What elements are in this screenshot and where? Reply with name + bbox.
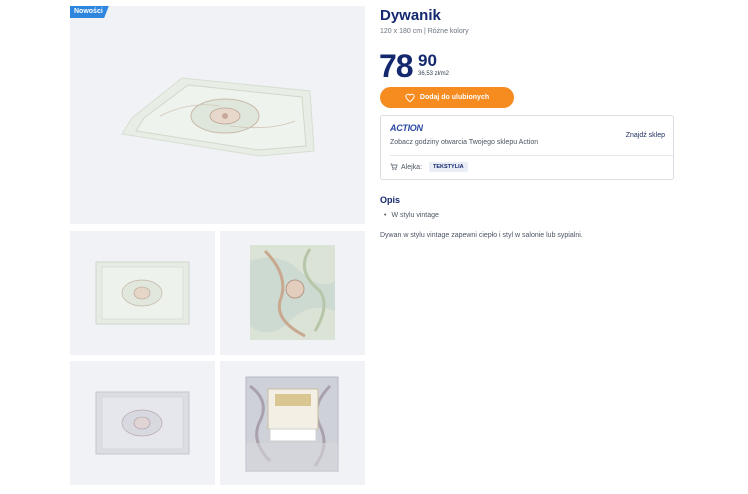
- product-subtitle: 120 x 180 cm | Różne kolory: [380, 28, 469, 35]
- product-title: Dywanik: [380, 7, 441, 24]
- rug-image-angled: [121, 77, 315, 157]
- new-badge: Nowości: [70, 6, 109, 18]
- unit-price: 36,53 zł/m2: [418, 71, 450, 77]
- description-text: Dywan w stylu vintage zapewni ciepło i s…: [380, 232, 583, 239]
- add-to-favorites-label: Dodaj do ulubionych: [419, 94, 490, 101]
- add-to-favorites-button[interactable]: Dodaj do ulubionych: [380, 87, 514, 108]
- rug-packaged-image: [245, 376, 339, 472]
- bullet-text: W stylu vintage: [391, 212, 439, 219]
- store-availability-panel: ACTION Zobacz godziny otwarcia Twojego s…: [380, 115, 674, 180]
- aisle-tag: TEKSTYLIA: [429, 162, 468, 172]
- thumbnail-4[interactable]: [220, 361, 365, 485]
- rug-image-top: [95, 261, 190, 325]
- divider: [390, 155, 673, 156]
- rug-grey-image: [95, 391, 190, 455]
- thumbnail-3[interactable]: [70, 361, 215, 485]
- thumbnail-2[interactable]: [220, 231, 365, 355]
- rug-closeup-image: [250, 245, 335, 340]
- heart-icon: [405, 93, 415, 102]
- store-hours-link[interactable]: Zobacz godziny otwarcia Twojego sklepu A…: [390, 139, 538, 146]
- action-logo: ACTION: [390, 123, 423, 133]
- thumbnail-1[interactable]: [70, 231, 215, 355]
- description-bullet: • W stylu vintage: [384, 212, 439, 219]
- price-integer: 78: [379, 48, 414, 84]
- main-product-image[interactable]: [70, 6, 365, 224]
- price-decimal: 90: [418, 51, 437, 70]
- description-heading: Opis: [380, 195, 401, 205]
- find-store-link[interactable]: Znajdź sklep: [626, 132, 665, 139]
- aisle-row: Alejka: TEKSTYLIA: [390, 162, 468, 172]
- aisle-label: Alejka:: [401, 163, 423, 171]
- cart-icon: [390, 163, 398, 171]
- bullet-dot: •: [384, 212, 387, 219]
